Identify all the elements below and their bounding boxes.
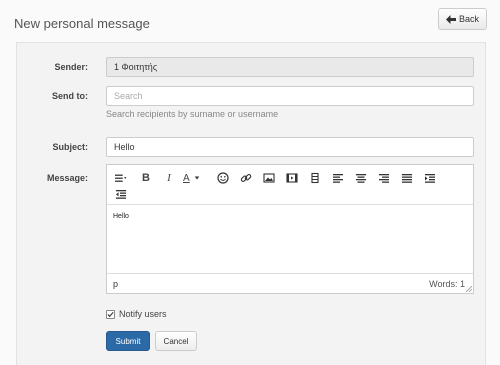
send-to-label: Send to: xyxy=(52,91,88,101)
indent-icon[interactable] xyxy=(421,170,439,186)
align-center-icon[interactable] xyxy=(352,170,370,186)
emoticon-icon[interactable] xyxy=(214,170,232,186)
subject-label: Subject: xyxy=(52,142,88,152)
notify-users-option[interactable]: Notify users xyxy=(106,309,167,319)
subject-value: Hello xyxy=(114,142,135,152)
align-right-icon[interactable] xyxy=(375,170,393,186)
align-left-icon[interactable] xyxy=(329,170,347,186)
back-button-label: Back xyxy=(458,14,479,24)
notify-users-label: Notify users xyxy=(119,309,167,319)
message-label: Message: xyxy=(46,173,88,183)
recipient-search-help: Search recipients by surname or username xyxy=(106,109,279,119)
font-color-icon[interactable]: A xyxy=(183,170,207,186)
chevron-down-icon xyxy=(194,176,199,180)
italic-icon[interactable]: I xyxy=(160,170,178,186)
element-path[interactable]: p xyxy=(113,279,118,289)
editor-toolbar: B I A xyxy=(107,165,473,205)
table-icon[interactable] xyxy=(306,170,324,186)
editor-statusbar: p Words: 1 xyxy=(107,273,473,293)
media-icon[interactable] xyxy=(283,170,301,186)
word-count: Words: 1 xyxy=(429,279,465,289)
message-editor[interactable]: B I A Hello p Words: 1 xyxy=(106,164,474,294)
recipient-search-input[interactable]: Search xyxy=(106,86,474,106)
sender-label: Sender: xyxy=(54,62,88,72)
sender-field: 1 Φοιτητής xyxy=(106,57,474,77)
link-icon[interactable] xyxy=(237,170,255,186)
outdent-icon[interactable] xyxy=(112,186,130,202)
justify-icon[interactable] xyxy=(398,170,416,186)
font-color-letter: A xyxy=(183,172,190,184)
recipient-search-placeholder: Search xyxy=(114,91,143,101)
page-title: New personal message xyxy=(14,16,150,31)
image-icon[interactable] xyxy=(260,170,278,186)
subject-input[interactable]: Hello xyxy=(106,137,474,157)
sender-value: 1 Φοιτητής xyxy=(114,62,158,72)
submit-button[interactable]: Submit xyxy=(106,331,150,351)
resize-handle-icon[interactable] xyxy=(466,286,472,292)
bold-icon[interactable]: B xyxy=(137,170,155,186)
checkmark-icon xyxy=(107,311,114,317)
paragraph-format-icon[interactable] xyxy=(112,170,130,186)
back-button[interactable]: Back xyxy=(438,8,487,30)
cancel-button[interactable]: Cancel xyxy=(155,331,197,351)
editor-content[interactable]: Hello xyxy=(113,213,129,220)
notify-users-checkbox[interactable] xyxy=(106,309,115,319)
back-arrow-icon xyxy=(445,14,456,24)
